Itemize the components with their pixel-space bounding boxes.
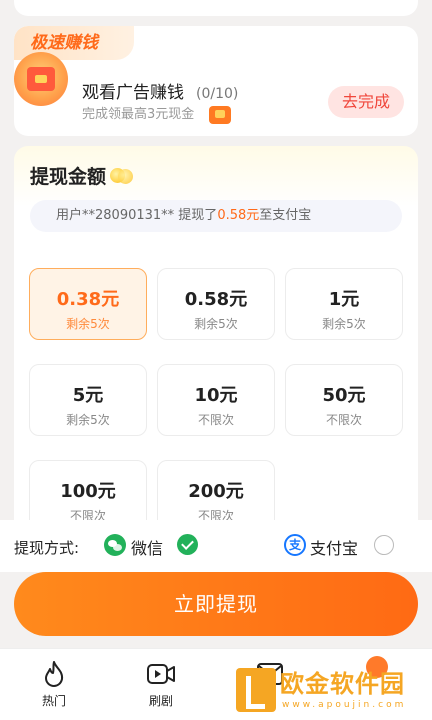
amount-value: 0.58元 [184,289,248,310]
watermark-url: www.apoujin.com [282,700,407,710]
amount-value: 1元 [328,289,360,310]
amount-value: 200元 [188,481,244,502]
cash-icon [209,106,231,124]
ticker-prefix: 用户**28090131** 提现了 [56,208,218,223]
video-icon [147,664,175,684]
amount-remaining: 剩余5次 [66,317,110,331]
watermark-logo [236,668,276,712]
amount-remaining: 不限次 [197,413,234,427]
task-progress: (0/10) [196,86,239,102]
previous-card [14,0,418,16]
wechat-checked-icon[interactable] [177,534,198,555]
amount-value: 10元 [194,385,238,406]
amount-remaining: 剩余5次 [322,317,366,331]
amount-option[interactable]: 10元 不限次 [157,364,275,436]
amount-option[interactable]: 5元 剩余5次 [29,364,147,436]
flame-icon [45,661,64,687]
watermark-text: 欧金软件园 [280,670,405,698]
nav-item-hot[interactable]: 热门 [24,660,84,709]
amount-option[interactable]: 1元 剩余5次 [285,268,403,340]
alipay-radio[interactable] [374,535,394,555]
wechat-option-label[interactable]: 微信 [131,535,163,559]
task-title: 观看广告赚钱 [82,83,184,103]
nav-item-drama[interactable]: 刷剧 [131,660,191,709]
ticker-amount: 0.58元 [217,208,260,223]
ticker-suffix: 至支付宝 [259,208,312,223]
amount-option[interactable]: 50元 不限次 [285,364,403,436]
amount-remaining: 剩余5次 [194,317,238,331]
alipay-option-label[interactable]: 支付宝 [310,535,358,559]
amount-remaining: 不限次 [325,413,362,427]
wechat-icon[interactable] [104,534,126,556]
withdraw-now-button[interactable]: 立即提现 [14,572,418,636]
amount-value: 0.38元 [56,289,120,310]
nav-label: 热门 [41,694,66,708]
go-complete-button[interactable]: 去完成 [328,86,404,118]
red-envelope-icon [14,52,68,106]
withdraw-method-label: 提现方式: [14,539,80,557]
withdraw-amount-title: 提现金额 [30,166,107,188]
coin-icon [110,166,134,184]
amount-value: 50元 [322,385,366,406]
amount-value: 100元 [60,481,116,502]
nav-label: 刷剧 [148,694,173,708]
amount-option[interactable]: 0.58元 剩余5次 [157,268,275,340]
alipay-icon[interactable]: 支 [284,534,306,556]
amount-remaining: 剩余5次 [66,413,110,427]
task-description: 完成领最高3元现金 [82,107,195,122]
amount-option[interactable]: 0.38元 剩余5次 [29,268,147,340]
amount-value: 5元 [72,385,104,406]
withdraw-ticker: 用户**28090131** 提现了0.58元至支付宝 [30,200,402,232]
